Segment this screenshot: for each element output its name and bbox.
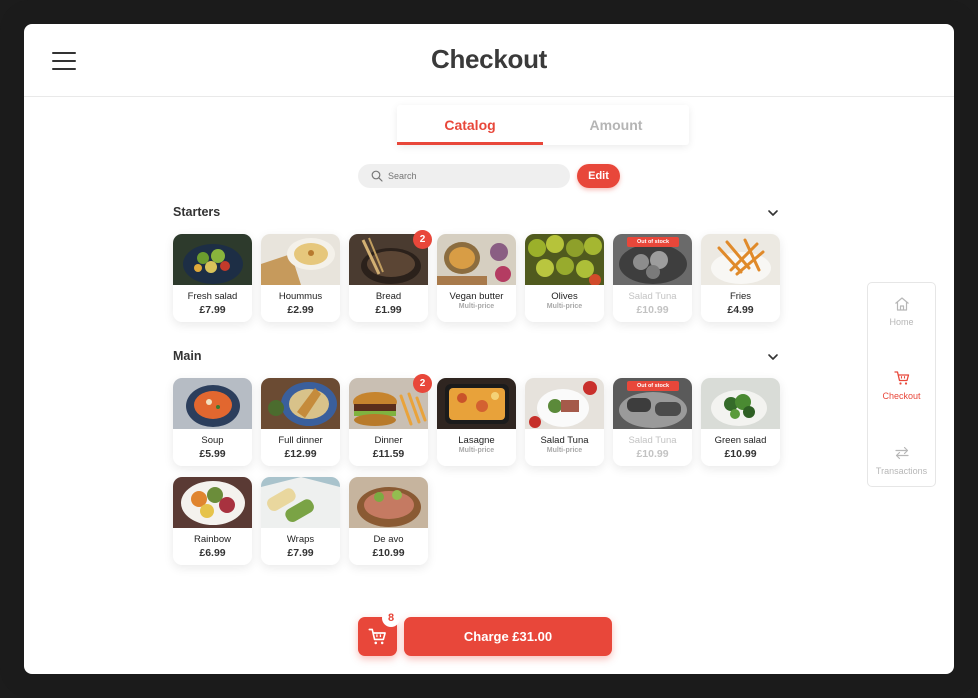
product-card[interactable]: Hoummus £2.99 — [261, 234, 340, 322]
product-card[interactable]: Fries £4.99 — [701, 234, 780, 322]
chevron-down-icon[interactable] — [766, 206, 780, 220]
product-price: £1.99 — [375, 304, 402, 316]
product-image — [173, 378, 252, 429]
cart-button[interactable]: 8 — [358, 609, 400, 656]
product-card[interactable]: Lasagne Multi-price — [437, 378, 516, 466]
app-screen: Checkout Catalog Amount Edit Starters Fr… — [24, 24, 954, 674]
product-card[interactable]: Soup £5.99 — [173, 378, 252, 466]
product-name: Full dinner — [278, 435, 323, 446]
cart-count-badge: 8 — [382, 609, 400, 627]
product-subtitle: Multi-price — [546, 303, 583, 310]
quantity-badge: 2 — [413, 230, 432, 249]
product-price: £7.99 — [287, 547, 314, 559]
product-image — [701, 234, 780, 285]
product-name: Hoummus — [278, 291, 323, 302]
product-name: Salad Tuna — [628, 435, 677, 446]
nav-label-transactions: Transactions — [875, 466, 928, 476]
tab-amount[interactable]: Amount — [543, 105, 689, 145]
product-image — [173, 477, 252, 528]
edit-button[interactable]: Edit — [577, 164, 620, 188]
nav-label-home: Home — [889, 317, 914, 327]
product-image — [349, 477, 428, 528]
product-name: Green salad — [714, 435, 767, 446]
product-price: £10.99 — [724, 448, 757, 460]
product-card[interactable]: Fresh salad £7.99 — [173, 234, 252, 322]
out-of-stock-badge: Out of stock — [627, 381, 679, 391]
product-name: Salad Tuna — [540, 435, 589, 446]
top-header: Checkout — [24, 24, 954, 97]
chevron-down-icon[interactable] — [766, 350, 780, 364]
product-card[interactable]: Full dinner £12.99 — [261, 378, 340, 466]
cart-icon — [893, 371, 909, 385]
product-image — [173, 234, 252, 285]
product-name: Soup — [201, 435, 224, 446]
nav-item-checkout[interactable]: Checkout — [868, 369, 935, 401]
product-name: Wraps — [286, 534, 315, 545]
product-card[interactable]: Wraps £7.99 — [261, 477, 340, 565]
page-title: Checkout — [430, 44, 548, 74]
product-price: £5.99 — [199, 448, 226, 460]
product-subtitle: Multi-price — [546, 447, 583, 454]
product-image — [525, 378, 604, 429]
product-price: £10.99 — [372, 547, 405, 559]
product-price: £12.99 — [284, 448, 317, 460]
nav-item-home[interactable]: Home — [868, 295, 935, 327]
quantity-badge: 2 — [413, 374, 432, 393]
side-navigation: Home Checkout Transactions — [867, 282, 936, 487]
product-name: Olives — [551, 291, 578, 302]
product-name: Dinner — [374, 435, 403, 446]
product-card[interactable]: Out of stock Salad Tuna £10.99 — [613, 378, 692, 466]
swap-arrows-icon — [894, 446, 909, 460]
product-card[interactable]: De avo £10.99 — [349, 477, 428, 565]
product-card[interactable]: Bread £1.99 2 — [349, 230, 432, 322]
product-card[interactable]: Vegan butter Multi-price — [437, 234, 516, 322]
tablet-frame: Checkout Catalog Amount Edit Starters Fr… — [0, 0, 978, 698]
product-name: Vegan butter — [449, 291, 504, 302]
product-card[interactable]: Green salad £10.99 — [701, 378, 780, 466]
product-price: £10.99 — [636, 448, 669, 460]
product-price: £2.99 — [287, 304, 314, 316]
product-name: Fresh salad — [187, 291, 238, 302]
search-input[interactable] — [388, 166, 558, 186]
out-of-stock-badge: Out of stock — [627, 237, 679, 247]
nav-label-checkout: Checkout — [882, 391, 921, 401]
product-image — [261, 378, 340, 429]
product-image — [261, 234, 340, 285]
search-box[interactable] — [358, 164, 570, 188]
product-image — [525, 234, 604, 285]
section-title-starters: Starters — [173, 205, 221, 219]
product-name: Fries — [729, 291, 752, 302]
product-image — [261, 477, 340, 528]
product-image — [437, 234, 516, 285]
product-price: £10.99 — [636, 304, 669, 316]
charge-button[interactable]: Charge £31.00 — [404, 617, 612, 656]
product-name: Salad Tuna — [628, 291, 677, 302]
product-name: Lasagne — [458, 435, 495, 446]
product-price: £11.59 — [372, 448, 405, 460]
product-image — [437, 378, 516, 429]
product-image — [701, 378, 780, 429]
view-tabs: Catalog Amount — [397, 105, 689, 145]
product-subtitle: Multi-price — [458, 447, 495, 454]
product-name: De avo — [373, 534, 404, 545]
product-price: £4.99 — [727, 304, 754, 316]
search-icon — [371, 170, 383, 182]
section-title-main: Main — [173, 349, 202, 363]
product-name: Rainbow — [194, 534, 231, 545]
product-price: £7.99 — [199, 304, 226, 316]
product-card[interactable]: Salad Tuna Multi-price — [525, 378, 604, 466]
product-card[interactable]: Dinner £11.59 2 — [349, 374, 432, 466]
product-price: £6.99 — [199, 547, 226, 559]
product-card[interactable]: Olives Multi-price — [525, 234, 604, 322]
product-subtitle: Multi-price — [458, 303, 495, 310]
product-card[interactable]: Rainbow £6.99 — [173, 477, 252, 565]
product-card[interactable]: Out of stock Salad Tuna £10.99 — [613, 234, 692, 322]
nav-item-transactions[interactable]: Transactions — [868, 444, 935, 476]
home-icon — [894, 297, 909, 311]
product-name: Bread — [375, 291, 402, 302]
cart-icon — [368, 628, 386, 645]
tab-catalog[interactable]: Catalog — [397, 105, 543, 145]
